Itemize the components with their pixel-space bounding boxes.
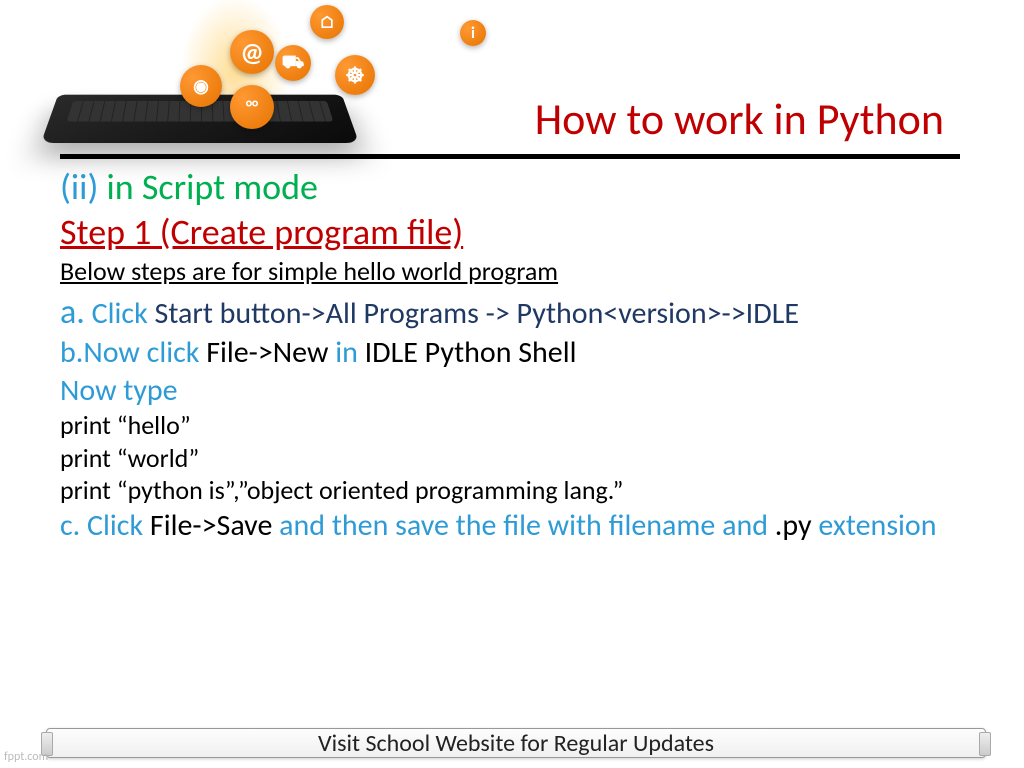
network-icon: ◉	[180, 65, 222, 107]
globe-icon: ☸	[335, 55, 375, 95]
step-c-rest2: extension	[812, 507, 937, 544]
step-a-path: Start button->All Programs -> Python<ver…	[148, 295, 799, 332]
page-title: How to work in Python	[535, 92, 944, 146]
step-b: b.Now click File->New in IDLE Python She…	[60, 334, 970, 372]
step-c-rest1: and then save the file with filename and	[279, 507, 775, 544]
cart-icon: ⛟	[275, 45, 311, 81]
footer-text: Visit School Website for Regular Updates	[318, 729, 714, 758]
step-c-ext: .py	[775, 507, 812, 544]
code-line-2: print “world”	[60, 442, 970, 475]
footer-banner: Visit School Website for Regular Updates	[46, 728, 986, 758]
sub-note: Below steps are for simple hello world p…	[60, 255, 970, 288]
info-icon: i	[460, 20, 486, 46]
slide-content: (ii) in Script mode Step 1 (Create progr…	[60, 165, 970, 544]
step-a-prefix: a.	[60, 292, 85, 333]
step-b-action: Now click	[83, 334, 199, 371]
subtitle-number: (ii)	[60, 165, 98, 209]
subtitle-mode: in Script mode	[98, 165, 318, 209]
code-line-1: print “hello”	[60, 409, 970, 442]
step-c-prefix: c. Click	[60, 507, 143, 544]
now-type-label: Now type	[60, 372, 970, 410]
step-c-path: File->Save	[143, 507, 279, 544]
step-a: a. Click Start button->All Programs -> P…	[60, 292, 970, 335]
home-icon: ⌂	[310, 5, 344, 39]
step-b-in: in	[335, 334, 358, 371]
step-b-path1: File->New	[199, 334, 335, 371]
title-divider	[60, 154, 960, 159]
code-line-3: print “python is”,”object oriented progr…	[60, 474, 970, 507]
subtitle-line: (ii) in Script mode	[60, 165, 970, 210]
header-area: @ ⌂ i ⛟ ☸ ◉ °° How to work in Python	[0, 0, 1024, 160]
watermark: fppt.com	[4, 750, 48, 764]
step-heading: Step 1 (Create program file)	[60, 210, 970, 255]
step-b-path2: IDLE Python Shell	[358, 334, 577, 371]
at-icon: @	[230, 30, 274, 74]
laptop-graphic: @ ⌂ i ⛟ ☸ ◉ °°	[50, 35, 370, 155]
step-b-prefix: b.	[60, 334, 83, 371]
people-icon: °°	[230, 85, 274, 129]
step-c: c. Click File->Save and then save the fi…	[60, 507, 970, 545]
step-a-action: Click	[85, 295, 148, 332]
